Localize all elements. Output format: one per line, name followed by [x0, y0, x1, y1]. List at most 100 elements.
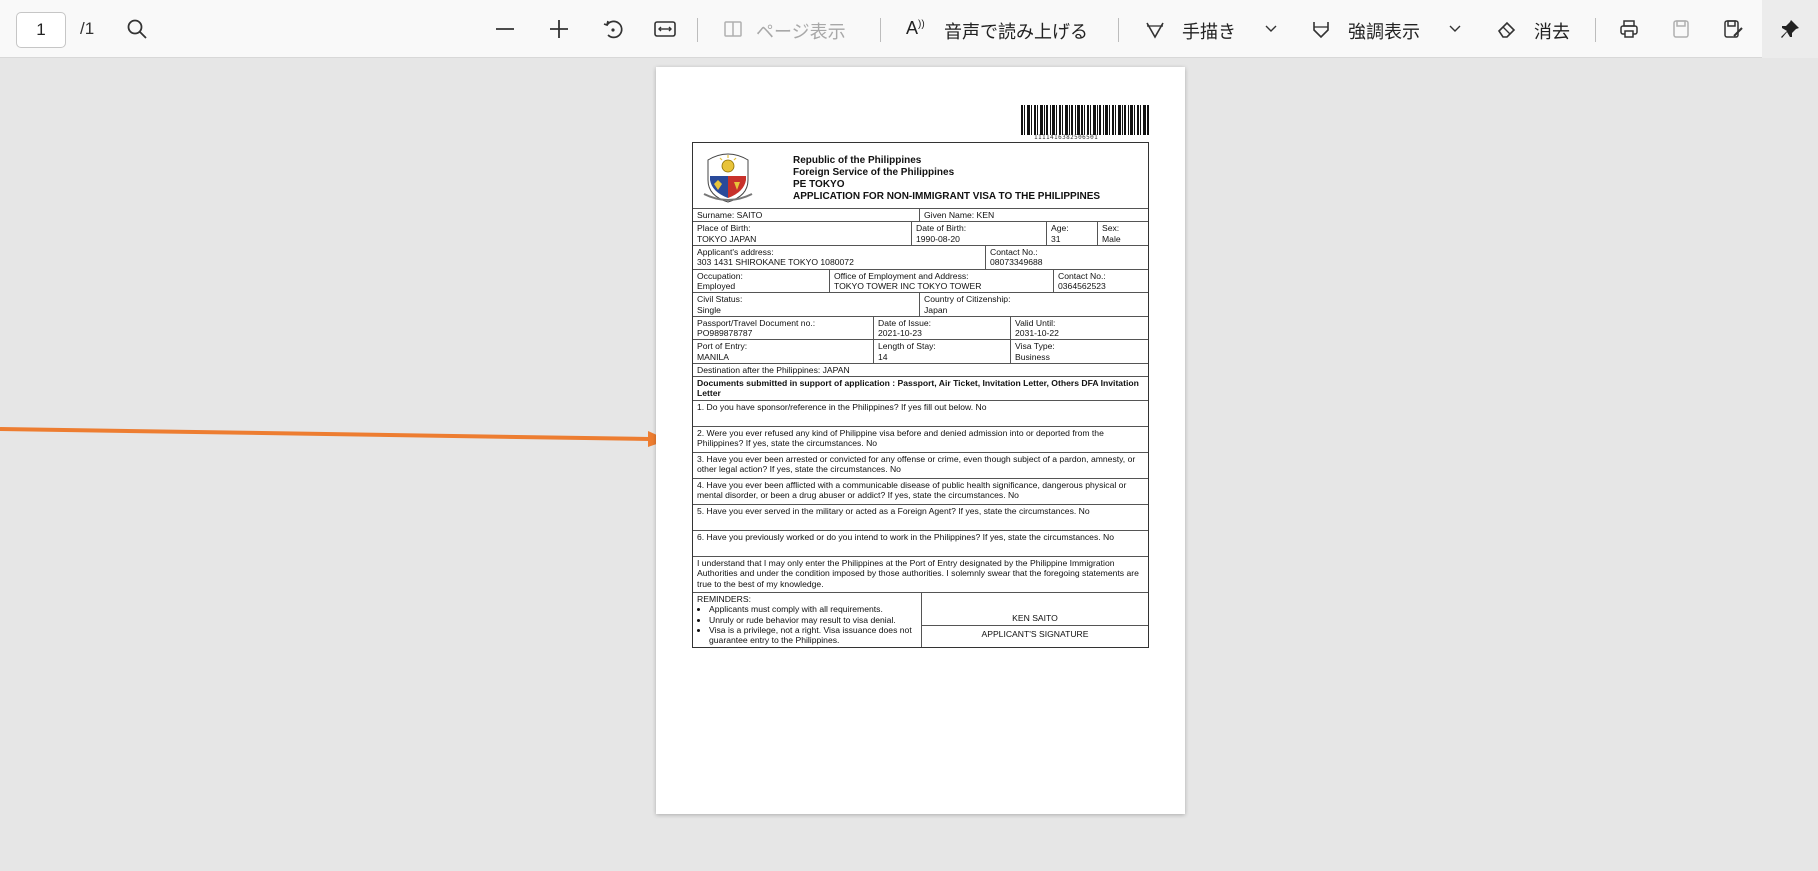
field-value: PO989878787: [697, 328, 753, 339]
office-contact-field: Contact No.: 0364562523: [1054, 270, 1148, 293]
question-2: 2. Were you ever refused any kind of Phi…: [693, 427, 1148, 454]
toolbar-divider: [697, 18, 698, 42]
age-field: Age: 31: [1047, 222, 1098, 245]
field-value: 0364562523: [1058, 280, 1106, 291]
form-title: APPLICATION FOR NON-IMMIGRANT VISA TO TH…: [793, 191, 1101, 202]
reminder-item: Applicants must comply with all requirem…: [709, 604, 917, 614]
print-icon[interactable]: [1614, 14, 1644, 44]
form-title-block: Republic of the Philippines Foreign Serv…: [793, 155, 1100, 203]
field-value: 1990-08-20: [916, 233, 960, 244]
chevron-down-icon[interactable]: [1440, 14, 1470, 44]
field-value: 31: [1051, 233, 1061, 244]
field-value: Male: [1102, 233, 1121, 244]
field-label: Office of Employment and Address:: [834, 270, 969, 281]
header-line: Republic of the Philippines: [793, 155, 922, 166]
barcode-number: 1111416382506501: [1034, 134, 1099, 141]
field-value: 2021-10-23: [878, 328, 922, 339]
form-row: Passport/Travel Document no.: PO98987878…: [693, 316, 1148, 341]
pin-toolbar-button[interactable]: [1762, 0, 1818, 58]
toolbar-divider: [880, 18, 881, 42]
header-line: PE TOKYO: [793, 179, 845, 190]
form-row: Surname: SAITO Given Name: KEN: [693, 209, 1148, 223]
field-label: Valid Until:: [1015, 317, 1056, 328]
surname-field: Surname: SAITO: [693, 209, 920, 222]
toolbar-divider: [1118, 18, 1119, 42]
draw-icon: [1140, 14, 1170, 44]
header-line: Foreign Service of the Philippines: [793, 167, 955, 178]
pdf-toolbar: /1 ページ表示 A)) 音声で読み上げる 手描き 強調表示 消去: [0, 0, 1818, 58]
chevron-down-icon[interactable]: [1256, 14, 1286, 44]
field-label: Sex:: [1102, 223, 1120, 234]
citizenship-field: Country of Citizenship: Japan: [920, 293, 1148, 316]
port-of-entry-field: Port of Entry: MANILA: [693, 340, 874, 364]
philippine-seal-icon: [703, 153, 753, 203]
highlight-button[interactable]: 強調表示: [1348, 18, 1420, 44]
page-number-input[interactable]: [16, 12, 66, 48]
page-total: /1: [80, 19, 95, 38]
field-label: Occupation:: [697, 270, 743, 281]
highlight-icon: [1306, 14, 1336, 44]
form-row: Civil Status: Single Country of Citizens…: [693, 293, 1148, 317]
zoom-in-icon[interactable]: [544, 14, 574, 44]
field-label: Passport/Travel Document no.:: [697, 317, 816, 328]
form-row: Applicant's address: 303 1431 SHIROKANE …: [693, 245, 1148, 270]
signature-name: KEN SAITO: [1012, 612, 1058, 623]
date-of-issue-field: Date of Issue: 2021-10-23: [874, 316, 1011, 340]
signature-label: APPLICANT'S SIGNATURE: [981, 629, 1089, 640]
field-value: 303 1431 SHIROKANE TOKYO 1080072: [697, 257, 854, 268]
sex-field: Sex: Male: [1098, 222, 1148, 245]
field-value: 2031-10-22: [1015, 328, 1059, 339]
field-value: Employed: [697, 280, 736, 291]
passport-field: Passport/Travel Document no.: PO98987878…: [693, 316, 874, 340]
field-label: Visa Type:: [1015, 341, 1055, 352]
pin-icon: [1781, 20, 1799, 38]
save-icon[interactable]: [1666, 14, 1696, 44]
length-of-stay-field: Length of Stay: 14: [874, 340, 1011, 364]
read-aloud-button[interactable]: 音声で読み上げる: [944, 18, 1088, 44]
field-value: Japan: [924, 304, 948, 315]
field-label: Contact No.:: [990, 246, 1038, 257]
field-label: Date of Issue:: [878, 317, 932, 328]
form-row: Port of Entry: MANILA Length of Stay: 14…: [693, 340, 1148, 365]
destination-field: Destination after the Philippines: JAPAN: [693, 364, 1148, 378]
field-value: Single: [697, 304, 721, 315]
field-value: Business: [1015, 351, 1050, 362]
occupation-field: Occupation: Employed: [693, 269, 830, 293]
address-field: Applicant's address: 303 1431 SHIROKANE …: [693, 245, 986, 269]
read-aloud-icon: A)): [906, 18, 925, 38]
field-label: Contact No.:: [1058, 270, 1106, 281]
erase-button[interactable]: 消去: [1534, 18, 1570, 44]
eraser-icon: [1492, 14, 1522, 44]
page-view-button[interactable]: ページ表示: [756, 18, 846, 44]
question-5: 5. Have you ever served in the military …: [693, 505, 1148, 532]
search-icon[interactable]: [122, 14, 152, 44]
rotate-icon[interactable]: [598, 14, 628, 44]
reminders-title: REMINDERS:: [697, 594, 751, 605]
question-4: 4. Have you ever been afflicted with a c…: [693, 479, 1148, 506]
zoom-out-icon[interactable]: [490, 14, 520, 44]
form-row: Place of Birth: TOKYO JAPAN Date of Birt…: [693, 222, 1148, 246]
field-value: 08073349688: [990, 257, 1043, 268]
field-value: MANILA: [697, 351, 729, 362]
field-value: 14: [878, 351, 888, 362]
field-label: Length of Stay:: [878, 341, 936, 352]
field-label: Applicant's address:: [697, 246, 774, 257]
visa-application-form: Republic of the Philippines Foreign Serv…: [692, 142, 1149, 648]
draw-button[interactable]: 手描き: [1182, 18, 1236, 44]
date-of-birth-field: Date of Birth: 1990-08-20: [912, 222, 1047, 245]
form-header: Republic of the Philippines Foreign Serv…: [693, 143, 1148, 209]
fit-width-icon[interactable]: [650, 14, 680, 44]
field-label: Age:: [1051, 223, 1069, 234]
given-name-field: Given Name: KEN: [924, 210, 995, 220]
orange-arrow-annotation: [0, 427, 668, 447]
civil-status-field: Civil Status: Single: [693, 293, 920, 316]
place-of-birth-field: Place of Birth: TOKYO JAPAN: [693, 222, 912, 245]
save-as-icon[interactable]: [1718, 14, 1748, 44]
office-field: Office of Employment and Address: TOKYO …: [830, 269, 1054, 293]
field-label: Civil Status:: [697, 294, 743, 305]
toolbar-divider: [1595, 18, 1596, 42]
contact-field: Contact No.: 08073349688: [986, 246, 1148, 269]
field-label: Port of Entry:: [697, 341, 748, 352]
reminder-item: Unruly or rude behavior may result to vi…: [709, 615, 917, 625]
field-value: TOKYO TOWER INC TOKYO TOWER: [834, 280, 982, 291]
